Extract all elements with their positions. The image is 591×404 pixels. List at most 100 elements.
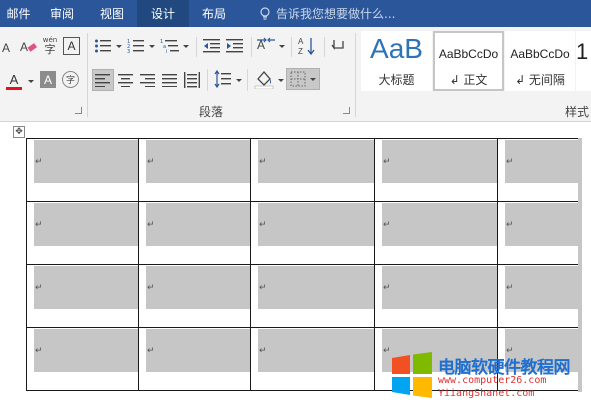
style-partial[interactable]: 1: [576, 31, 591, 91]
line-spacing-dropdown-icon[interactable]: [236, 79, 242, 82]
table-cell[interactable]: ↵: [497, 201, 579, 265]
font-color-dropdown-icon[interactable]: [28, 80, 34, 83]
character-shading-icon[interactable]: A: [40, 71, 56, 88]
table-cell[interactable]: ↵: [374, 201, 498, 265]
numbering-dropdown-icon[interactable]: [149, 45, 155, 48]
table-cell[interactable]: ↵: [374, 138, 498, 202]
style-no-spacing[interactable]: AaBbCcDo ↲ 无间隔: [505, 31, 575, 91]
shading-icon[interactable]: [254, 69, 274, 89]
tab-layout[interactable]: 布局: [189, 0, 239, 27]
cell-shading: [146, 140, 250, 183]
table-row: ↵ ↵ ↵ ↵ ↵: [26, 264, 579, 328]
watermark: 电脑软硬件教程网 www.computer26.com YiiangShanet…: [386, 350, 591, 404]
phonetic-char: 字: [44, 43, 56, 56]
bullets-icon[interactable]: [94, 38, 112, 54]
borders-button[interactable]: [286, 68, 320, 90]
table-cell[interactable]: ↵: [250, 201, 375, 265]
table-cell[interactable]: ↵: [250, 264, 375, 328]
line-spacing-icon[interactable]: [214, 70, 232, 88]
cell-end-mark: ↵: [147, 220, 155, 230]
table-cell[interactable]: ↵: [138, 327, 251, 391]
enclose-characters-icon[interactable]: 字: [62, 71, 79, 88]
table-cell[interactable]: ↵: [497, 264, 579, 328]
cell-end-mark: ↵: [147, 157, 155, 167]
cell-shading: [146, 329, 250, 372]
cell-shading: [34, 203, 138, 246]
tab-view[interactable]: 视图: [87, 0, 137, 27]
font-dialog-launcher-icon[interactable]: [75, 107, 82, 114]
cell-end-mark: ↵: [506, 283, 514, 293]
svg-text:i: i: [166, 49, 167, 54]
font-color-icon[interactable]: A: [5, 71, 23, 91]
multilevel-list-dropdown-icon[interactable]: [183, 45, 189, 48]
table-cell[interactable]: ↵: [138, 201, 251, 265]
cell-shading: [382, 266, 497, 309]
align-center-icon[interactable]: [118, 72, 134, 88]
font-color-label: A: [9, 71, 19, 87]
phonetic-guide-icon[interactable]: wén 字: [41, 35, 59, 57]
cell-end-mark: ↵: [506, 220, 514, 230]
table-cell[interactable]: ↵: [26, 264, 139, 328]
show-paragraph-marks-icon[interactable]: [330, 38, 346, 54]
cell-end-mark: ↵: [35, 346, 43, 356]
character-border-label: A: [67, 39, 76, 53]
cell-end-mark: ↵: [35, 283, 43, 293]
chinese-layout-icon[interactable]: A: [256, 37, 276, 55]
multilevel-list-icon[interactable]: 1 a i: [160, 38, 180, 54]
paragraph-dialog-launcher-icon[interactable]: [343, 107, 350, 114]
table-cell[interactable]: ↵: [497, 138, 579, 202]
font-color-bar: [6, 86, 22, 90]
borders-icon: [290, 71, 306, 87]
cell-end-mark: ↵: [147, 346, 155, 356]
style-heading[interactable]: AaB 大标题: [361, 31, 432, 91]
chinese-layout-dropdown-icon[interactable]: [279, 45, 285, 48]
cell-shading: [258, 203, 374, 246]
cell-end-mark: ↵: [506, 157, 514, 167]
cell-shading: [34, 329, 138, 372]
watermark-url: www.computer26.com: [438, 375, 547, 386]
svg-text:Z: Z: [298, 47, 303, 56]
ribbon-separator: [291, 37, 292, 57]
bullets-dropdown-icon[interactable]: [116, 45, 122, 48]
paragraph-group-label: 段落: [199, 105, 224, 119]
numbering-icon[interactable]: 1 2 3: [127, 38, 145, 54]
tell-me-placeholder: 告诉我您想要做什么...: [276, 7, 396, 21]
cell-end-mark: ↵: [259, 346, 267, 356]
tell-me-box[interactable]: 告诉我您想要做什么...: [259, 0, 395, 27]
shrink-font-icon[interactable]: A: [2, 39, 12, 55]
decrease-indent-icon[interactable]: [203, 38, 221, 54]
svg-text:A: A: [2, 41, 10, 54]
style-normal-name: ↲ 正文: [449, 73, 488, 87]
cell-shading: [382, 140, 497, 183]
table-cell[interactable]: ↵: [138, 138, 251, 202]
table-cell[interactable]: ↵: [138, 264, 251, 328]
increase-indent-icon[interactable]: [226, 38, 244, 54]
table-cell[interactable]: ↵: [26, 201, 139, 265]
table-cell[interactable]: ↵: [26, 138, 139, 202]
shading-dropdown-icon[interactable]: [278, 79, 284, 82]
tab-review[interactable]: 审阅: [37, 0, 87, 27]
borders-dropdown-icon[interactable]: [310, 77, 316, 81]
table-cell[interactable]: ↵: [250, 327, 375, 391]
character-border-icon[interactable]: A: [63, 37, 80, 55]
tab-design[interactable]: 设计: [137, 0, 189, 27]
sort-icon[interactable]: A Z: [298, 36, 316, 56]
tab-mailings[interactable]: 邮件: [0, 0, 37, 27]
style-normal[interactable]: AaBbCcDo ↲ 正文: [433, 31, 504, 91]
move-arrows-icon[interactable]: ✥: [13, 126, 25, 138]
table-row: ↵ ↵ ↵ ↵ ↵: [26, 201, 579, 265]
table-cell[interactable]: ↵: [250, 138, 375, 202]
table-cell[interactable]: ↵: [374, 264, 498, 328]
justify-icon[interactable]: [162, 72, 178, 88]
watermark-url-secondary: YiiangShanet.com: [438, 388, 535, 399]
table-cell[interactable]: ↵: [26, 327, 139, 391]
ribbon-separator: [196, 37, 197, 57]
distributed-icon[interactable]: [184, 71, 200, 89]
clear-formatting-icon[interactable]: A: [20, 39, 38, 55]
cell-end-mark: ↵: [35, 220, 43, 230]
ribbon-separator: [207, 69, 208, 91]
align-left-icon[interactable]: [92, 69, 114, 91]
ribbon-separator: [87, 33, 88, 117]
ribbon-separator: [251, 37, 252, 57]
align-right-icon[interactable]: [140, 72, 156, 88]
